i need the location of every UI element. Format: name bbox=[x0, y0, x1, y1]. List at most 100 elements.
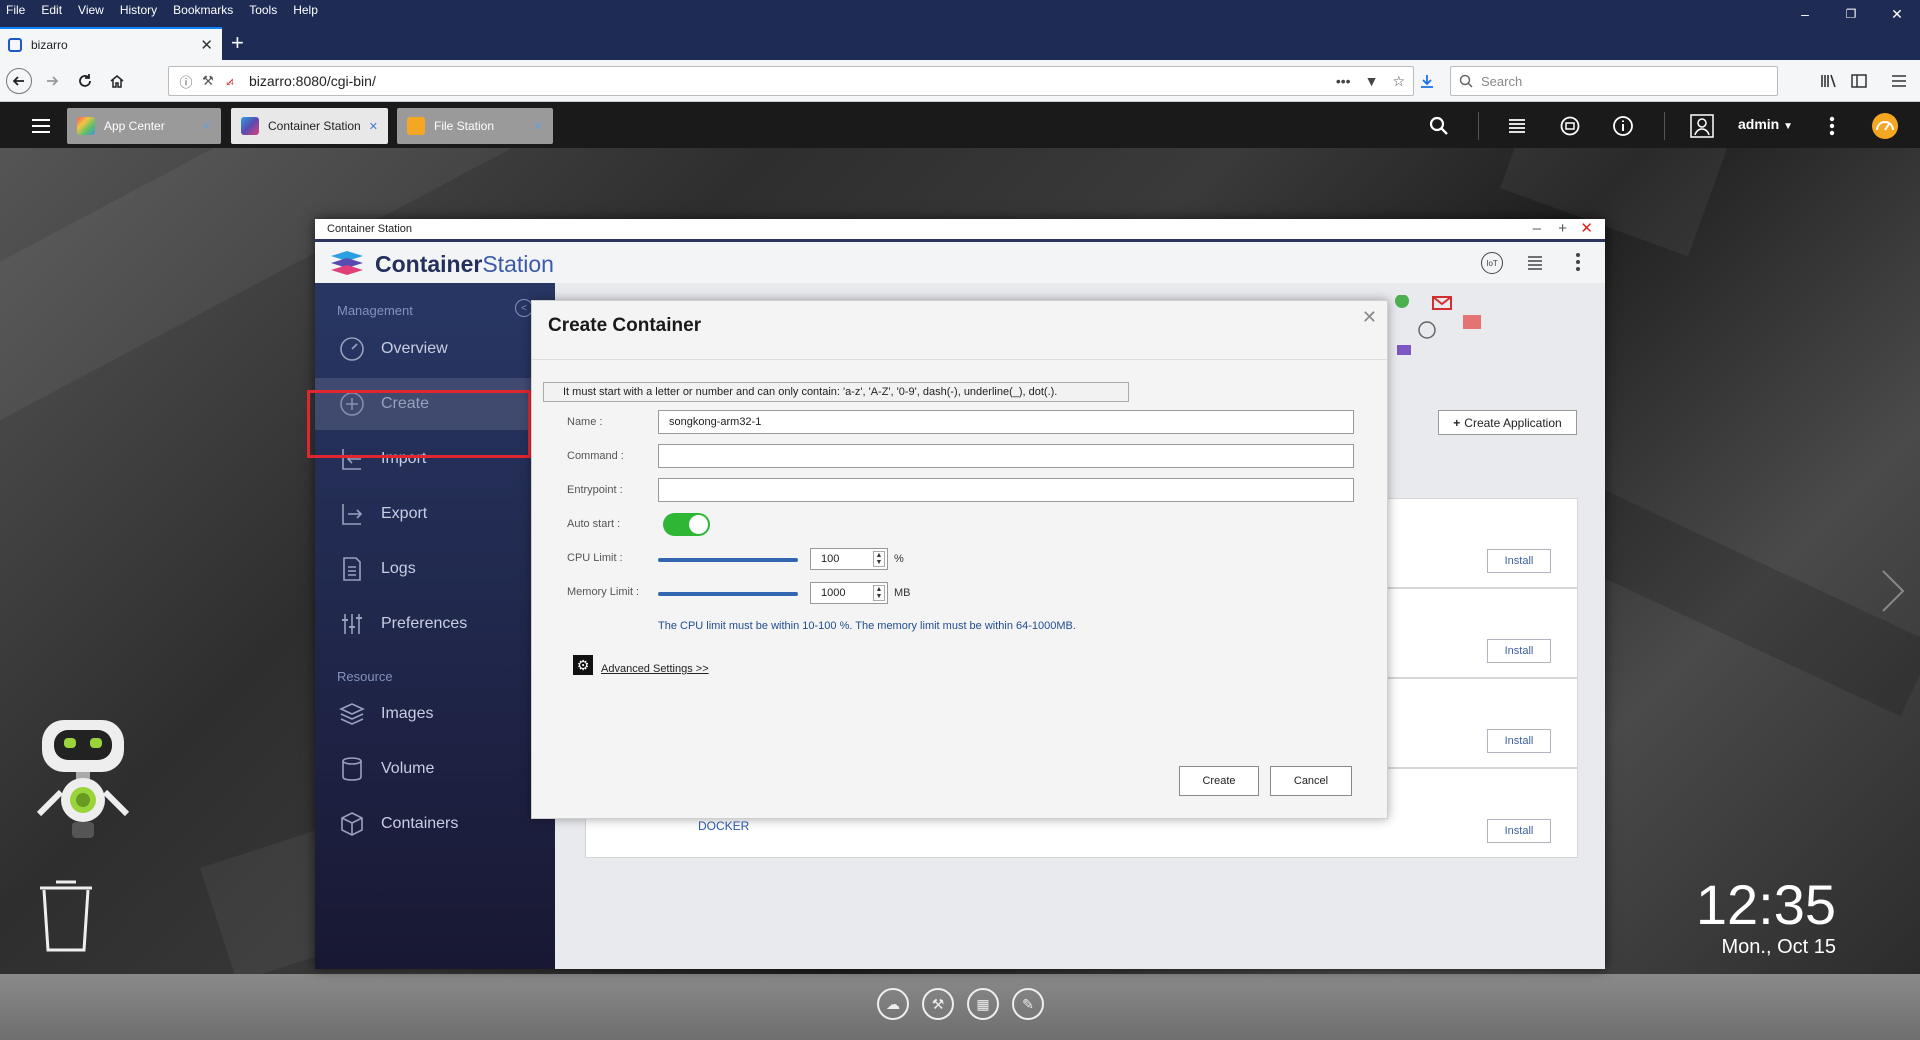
sidebar-item-containers[interactable]: Containers bbox=[315, 798, 555, 850]
minimize-icon[interactable]: – bbox=[1533, 219, 1541, 239]
edit-icon[interactable]: ✎ bbox=[1012, 988, 1044, 1020]
cpu-limit-stepper[interactable]: 100 ▲ ▼ bbox=[810, 548, 888, 570]
limit-note: The CPU limit must be within 10-100 %. T… bbox=[658, 620, 1076, 632]
file-station-icon bbox=[407, 117, 425, 135]
info-icon[interactable]: ⓘ bbox=[175, 72, 197, 91]
advanced-settings-link[interactable]: Advanced Settings >> bbox=[601, 663, 709, 675]
sidebar-item-logs[interactable]: Logs bbox=[315, 543, 555, 595]
sidebar-item-create[interactable]: Create bbox=[315, 378, 555, 430]
memory-unit: MB bbox=[894, 587, 911, 599]
qts-main-menu-button[interactable] bbox=[27, 112, 55, 140]
create-container-dialog: Create Container ✕ It must start with a … bbox=[531, 300, 1388, 819]
forward-button[interactable] bbox=[39, 68, 65, 94]
container-station-icon bbox=[241, 117, 259, 135]
menu-edit[interactable]: Edit bbox=[33, 0, 70, 20]
install-button[interactable]: Install bbox=[1487, 639, 1551, 663]
menu-view[interactable]: View bbox=[70, 0, 112, 20]
notifications-button[interactable] bbox=[1609, 112, 1637, 140]
logo-text-bold: Container bbox=[375, 250, 483, 277]
url-text[interactable]: bizarro:8080/cgi-bin/ bbox=[249, 73, 376, 89]
downloads-button[interactable] bbox=[1414, 68, 1440, 94]
qts-tab-file-station[interactable]: File Station ✕ bbox=[397, 108, 553, 144]
spinner-arrows-icon[interactable]: ▲ ▼ bbox=[873, 551, 885, 567]
insecure-lock-icon: ⦯ bbox=[226, 73, 234, 88]
install-button[interactable]: Install bbox=[1487, 549, 1551, 573]
menu-history[interactable]: History bbox=[112, 0, 165, 20]
create-application-button[interactable]: + Create Application bbox=[1438, 410, 1577, 435]
cylinder-icon bbox=[339, 756, 365, 782]
qts-tab-app-center[interactable]: App Center ✕ bbox=[67, 108, 221, 144]
entrypoint-input[interactable] bbox=[658, 478, 1354, 502]
docker-label[interactable]: DOCKER bbox=[698, 819, 749, 833]
back-button[interactable] bbox=[6, 68, 32, 94]
book-icon[interactable]: ▦ bbox=[967, 988, 999, 1020]
reload-button[interactable] bbox=[72, 68, 98, 94]
close-icon[interactable]: ✕ bbox=[1362, 307, 1377, 328]
window-titlebar[interactable]: Container Station – + ✕ bbox=[315, 219, 1605, 239]
close-icon[interactable]: ✕ bbox=[202, 120, 211, 133]
plus-circle-icon bbox=[339, 391, 365, 417]
close-icon[interactable]: ✕ bbox=[369, 120, 378, 133]
more-options-button[interactable] bbox=[1818, 112, 1846, 140]
background-tasks-button[interactable] bbox=[1503, 112, 1531, 140]
library-button[interactable] bbox=[1816, 68, 1842, 94]
user-name: admin bbox=[1738, 116, 1780, 132]
menu-file[interactable]: File bbox=[0, 0, 33, 20]
cpu-limit-value: 100 bbox=[821, 553, 840, 565]
hamburger-menu-button[interactable] bbox=[1886, 68, 1912, 94]
sidebar-item-images[interactable]: Images bbox=[315, 688, 555, 740]
menu-tools[interactable]: Tools bbox=[241, 0, 285, 20]
spinner-arrows-icon[interactable]: ▲ ▼ bbox=[873, 585, 885, 601]
user-menu[interactable]: admin ▼ bbox=[1738, 116, 1793, 132]
sidebar-item-export[interactable]: Export bbox=[315, 488, 555, 540]
document-icon bbox=[339, 556, 365, 582]
sidebar-item-overview[interactable]: Overview bbox=[315, 323, 555, 375]
chevron-right-icon[interactable] bbox=[1880, 568, 1906, 614]
cpu-limit-slider[interactable] bbox=[658, 558, 798, 562]
divider bbox=[532, 359, 1387, 360]
menu-help[interactable]: Help bbox=[285, 0, 326, 20]
install-button[interactable]: Install bbox=[1487, 819, 1551, 843]
memory-limit-slider[interactable] bbox=[658, 592, 798, 596]
bookmark-star-icon[interactable]: ☆ bbox=[1392, 73, 1405, 90]
tools-icon[interactable]: ⚒ bbox=[922, 988, 954, 1020]
stack-icon[interactable] bbox=[1525, 252, 1545, 272]
gear-icon[interactable]: ⚙ bbox=[573, 655, 593, 675]
qts-search-button[interactable] bbox=[1425, 112, 1453, 140]
user-avatar[interactable] bbox=[1688, 112, 1716, 140]
maximize-icon[interactable]: + bbox=[1558, 219, 1567, 239]
cube-icon bbox=[339, 811, 365, 837]
close-icon[interactable]: ✕ bbox=[1580, 219, 1593, 239]
sidebar-item-preferences[interactable]: Preferences bbox=[315, 598, 555, 650]
auto-start-toggle[interactable] bbox=[663, 513, 710, 536]
browser-tab[interactable]: bizarro ✕ bbox=[0, 27, 222, 60]
home-button[interactable] bbox=[104, 68, 130, 94]
close-icon[interactable]: ✕ bbox=[534, 120, 543, 133]
menu-bookmarks[interactable]: Bookmarks bbox=[165, 0, 241, 20]
download-icon bbox=[1421, 75, 1433, 88]
memory-limit-stepper[interactable]: 1000 ▲ ▼ bbox=[810, 582, 888, 604]
install-button[interactable]: Install bbox=[1487, 729, 1551, 753]
memory-limit-value: 1000 bbox=[821, 587, 846, 599]
dashboard-button[interactable] bbox=[1871, 112, 1899, 140]
recycle-bin-icon[interactable] bbox=[36, 878, 96, 954]
name-input[interactable] bbox=[658, 410, 1354, 434]
browser-search-box[interactable]: Search bbox=[1450, 66, 1778, 96]
qts-tab-container-station[interactable]: Container Station ✕ bbox=[231, 108, 388, 144]
new-tab-button[interactable]: + bbox=[231, 32, 244, 54]
command-input[interactable] bbox=[658, 444, 1354, 468]
cancel-button[interactable]: Cancel bbox=[1270, 766, 1352, 796]
sidebar-item-volume[interactable]: Volume bbox=[315, 743, 555, 795]
page-actions-icon[interactable]: ••• bbox=[1336, 73, 1351, 89]
create-button[interactable]: Create bbox=[1179, 766, 1259, 796]
sidebar-toggle-button[interactable] bbox=[1846, 68, 1872, 94]
helpdesk-robot-icon[interactable] bbox=[26, 716, 141, 846]
external-device-button[interactable] bbox=[1556, 112, 1584, 140]
url-bar[interactable]: ⓘ ⚒ ⦯ bizarro:8080/cgi-bin/ ••• ▼ ☆ bbox=[168, 66, 1414, 96]
iot-icon[interactable]: IoT bbox=[1481, 252, 1503, 274]
tab-close-icon[interactable]: ✕ bbox=[200, 36, 213, 54]
sidebar-item-import[interactable]: Import bbox=[315, 433, 555, 485]
pocket-icon[interactable]: ▼ bbox=[1365, 73, 1379, 89]
cloud-icon[interactable]: ☁ bbox=[877, 988, 909, 1020]
kebab-icon[interactable] bbox=[1575, 252, 1581, 272]
